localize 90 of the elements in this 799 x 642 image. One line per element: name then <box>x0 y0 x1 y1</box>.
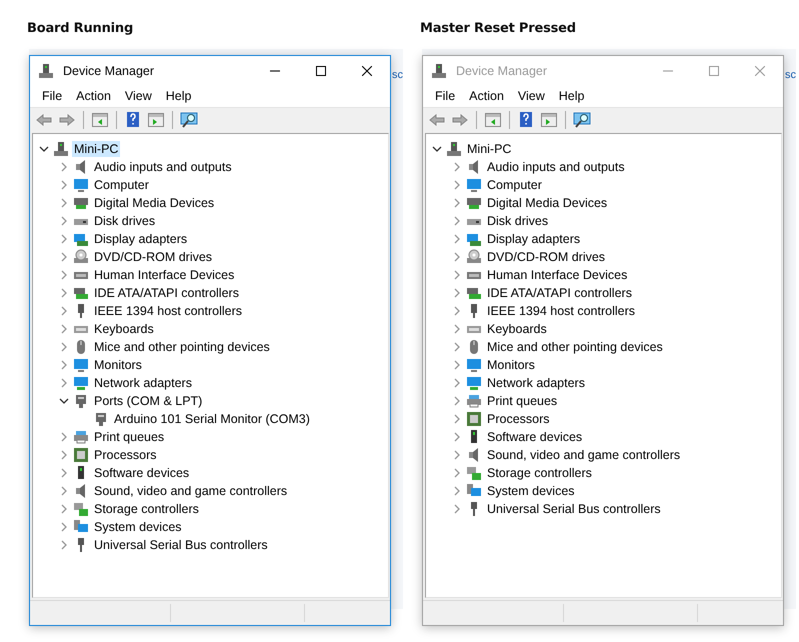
chip-icon <box>466 411 482 427</box>
tree-item[interactable]: Computer <box>485 177 544 193</box>
window-title: Device Manager <box>456 64 548 78</box>
tree-item[interactable]: IEEE 1394 host controllers <box>92 303 244 319</box>
monitor-icon <box>73 177 89 193</box>
media-device-icon <box>466 195 482 211</box>
tree-item[interactable]: Mice and other pointing devices <box>92 339 272 355</box>
tree-item[interactable]: IEEE 1394 host controllers <box>485 303 637 319</box>
tree-item[interactable]: Print queues <box>485 393 560 409</box>
printer-icon <box>73 429 89 445</box>
computer-icon <box>53 141 69 157</box>
tree-item[interactable]: DVD/CD-ROM drives <box>92 249 214 265</box>
tree-item[interactable]: Keyboards <box>485 321 549 337</box>
tree-item[interactable]: Processors <box>92 447 159 463</box>
background-text: sc <box>785 69 796 81</box>
system-icon <box>73 519 89 535</box>
tree-item[interactable]: Print queues <box>92 429 166 445</box>
media-device-icon <box>73 195 89 211</box>
controller-icon <box>466 285 482 301</box>
network-icon <box>73 375 89 391</box>
tree-item[interactable]: Universal Serial Bus controllers <box>485 501 663 517</box>
computer-icon <box>38 62 54 78</box>
menu-item[interactable]: View <box>510 89 552 103</box>
tree-item[interactable]: Display adapters <box>92 231 190 247</box>
tree-item[interactable]: Computer <box>92 177 151 193</box>
menu-item[interactable]: File <box>428 89 462 103</box>
background-text: sc <box>392 69 403 81</box>
printer-icon <box>466 393 482 409</box>
tree-item[interactable]: Network adapters <box>485 375 587 391</box>
tree-item[interactable]: Digital Media Devices <box>92 195 216 211</box>
tree-item[interactable]: Keyboards <box>92 321 156 337</box>
panel-heading: Master Reset Pressed <box>420 21 577 38</box>
menu-item[interactable]: Action <box>69 89 118 103</box>
computer-icon <box>431 62 447 78</box>
close-icon <box>362 66 372 76</box>
tree-item[interactable]: Monitors <box>92 357 144 373</box>
menu-item[interactable]: View <box>118 89 159 103</box>
tree-item[interactable]: Arduino 101 Serial Monitor (COM3) <box>112 411 312 427</box>
menu-item[interactable]: File <box>35 89 70 103</box>
monitor-icon <box>466 357 482 373</box>
tree-item[interactable]: Ports (COM & LPT) <box>92 393 204 409</box>
tree-item[interactable]: Network adapters <box>92 375 194 391</box>
tree-item[interactable]: Digital Media Devices <box>485 195 610 211</box>
tree-item[interactable]: System devices <box>485 483 577 499</box>
menu-item[interactable]: Help <box>158 89 198 103</box>
monitor-icon <box>73 357 89 373</box>
tree-item[interactable]: Mice and other pointing devices <box>485 339 665 355</box>
tree-item[interactable]: Display adapters <box>485 231 582 247</box>
maximize-icon <box>709 66 719 76</box>
disc-icon <box>466 249 482 265</box>
tree-item[interactable]: Software devices <box>485 429 584 445</box>
tree-item[interactable]: Mini-PC <box>465 141 514 157</box>
tree-item[interactable]: Monitors <box>485 357 537 373</box>
window-title: Device Manager <box>63 64 156 78</box>
tree-item[interactable]: Sound, video and game controllers <box>92 483 290 499</box>
tree-item[interactable]: IDE ATA/ATAPI controllers <box>92 285 241 301</box>
tree-item[interactable]: Universal Serial Bus controllers <box>92 537 270 553</box>
maximize-icon <box>316 66 326 76</box>
menu-item[interactable]: Action <box>462 89 511 103</box>
tree-item[interactable]: Human Interface Devices <box>92 267 236 283</box>
tree-item[interactable]: Human Interface Devices <box>485 267 630 283</box>
disc-icon <box>73 249 89 265</box>
storage-icon <box>466 465 482 481</box>
network-icon <box>466 375 482 391</box>
tree-item[interactable]: Disk drives <box>485 213 550 229</box>
monitor-icon <box>466 177 482 193</box>
tree-item[interactable]: Software devices <box>92 465 192 481</box>
display-adapter-icon <box>466 231 482 247</box>
tree-item[interactable]: System devices <box>92 519 184 535</box>
display-adapter-icon <box>73 231 89 247</box>
storage-icon <box>73 501 89 517</box>
chip-icon <box>73 447 89 463</box>
port-icon <box>73 393 89 409</box>
system-icon <box>466 483 482 499</box>
menu-item[interactable]: Help <box>552 89 592 103</box>
tree-item[interactable]: IDE ATA/ATAPI controllers <box>485 285 634 301</box>
tree-item[interactable]: Sound, video and game controllers <box>485 447 682 463</box>
controller-icon <box>73 285 89 301</box>
tree-item[interactable]: DVD/CD-ROM drives <box>485 249 608 265</box>
tree-item[interactable]: Storage controllers <box>92 501 201 517</box>
tree-item[interactable]: Storage controllers <box>485 465 594 481</box>
tree-item[interactable]: Mini-PC <box>72 141 120 157</box>
tree-item[interactable]: Audio inputs and outputs <box>92 159 234 175</box>
panel-heading: Board Running <box>27 21 134 38</box>
computer-icon <box>446 141 462 157</box>
port-icon <box>93 411 109 427</box>
tree-item[interactable]: Disk drives <box>92 213 158 229</box>
close-icon <box>755 66 765 76</box>
tree-item[interactable]: Processors <box>485 411 552 427</box>
tree-item[interactable]: Audio inputs and outputs <box>485 159 627 175</box>
